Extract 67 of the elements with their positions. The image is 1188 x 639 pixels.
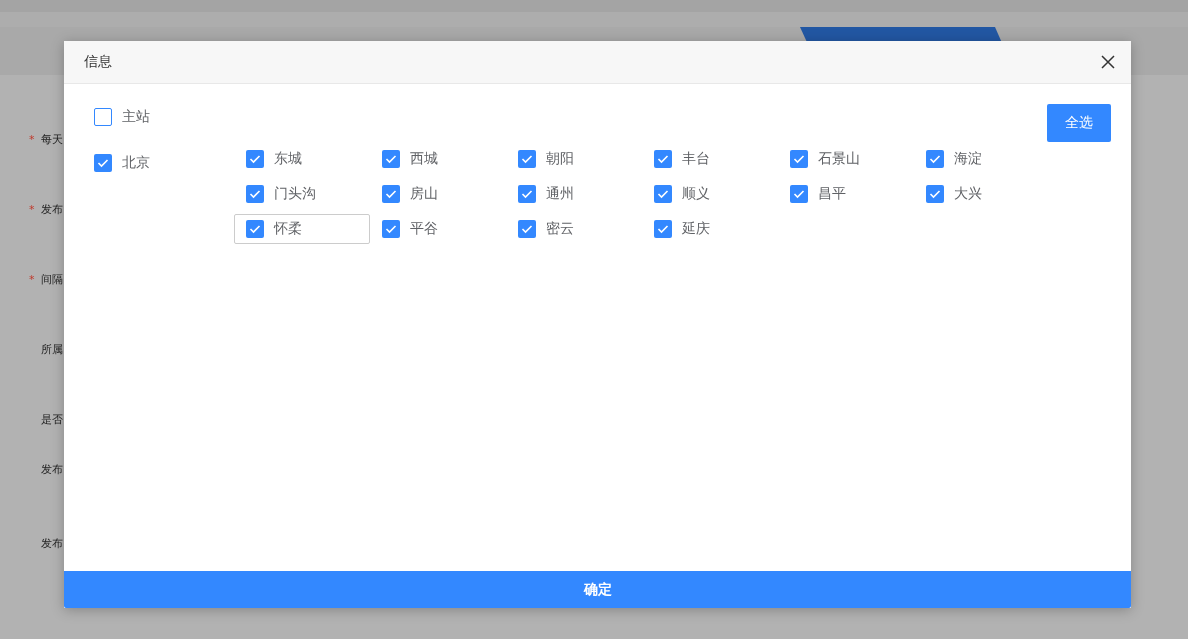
checkbox-label: 西城	[410, 150, 438, 168]
checkbox-label: 北京	[122, 154, 150, 172]
check-icon	[521, 224, 533, 234]
checkbox-label: 平谷	[410, 220, 438, 238]
check-icon	[657, 189, 669, 199]
required-mark: *	[29, 202, 36, 216]
checkbox-label: 朝阳	[546, 150, 574, 168]
checkbox[interactable]	[94, 108, 112, 126]
checkbox[interactable]	[518, 220, 536, 238]
check-icon	[249, 154, 261, 164]
check-icon	[249, 224, 261, 234]
checkbox-label: 石景山	[818, 150, 860, 168]
checkbox[interactable]	[654, 150, 672, 168]
select-all-button[interactable]: 全选	[1047, 104, 1111, 142]
checkbox[interactable]	[382, 220, 400, 238]
checkbox-label: 延庆	[682, 220, 710, 238]
check-icon	[385, 189, 397, 199]
checkbox-label: 东城	[274, 150, 302, 168]
check-icon	[97, 158, 109, 168]
dialog-title: 信息	[84, 53, 112, 71]
close-icon[interactable]	[1101, 55, 1115, 69]
check-icon	[793, 189, 805, 199]
checkbox-label: 主站	[122, 108, 150, 126]
form-label: 是否	[41, 411, 63, 427]
checkbox[interactable]	[246, 220, 264, 238]
checkbox-label: 海淀	[954, 150, 982, 168]
checkbox-label: 丰台	[682, 150, 710, 168]
form-label: 发布	[41, 461, 63, 477]
required-mark: *	[29, 272, 36, 286]
check-icon	[385, 224, 397, 234]
checkbox[interactable]	[382, 185, 400, 203]
check-icon	[521, 154, 533, 164]
form-label: 每天	[41, 131, 63, 147]
checkbox[interactable]	[518, 185, 536, 203]
checkbox[interactable]	[654, 185, 672, 203]
checkbox-label: 密云	[546, 220, 574, 238]
checkbox-label: 通州	[546, 185, 574, 203]
form-label: 间隔	[41, 271, 63, 287]
check-icon	[385, 154, 397, 164]
checkbox[interactable]	[94, 154, 112, 172]
checkbox-label: 门头沟	[274, 185, 316, 203]
check-icon	[521, 189, 533, 199]
checkbox[interactable]	[790, 185, 808, 203]
checkbox-label: 顺义	[682, 185, 710, 203]
checkbox[interactable]	[654, 220, 672, 238]
check-icon	[657, 154, 669, 164]
check-icon	[929, 189, 941, 199]
checkbox-label: 怀柔	[274, 220, 302, 238]
checkbox[interactable]	[246, 150, 264, 168]
check-icon	[657, 224, 669, 234]
form-label: 发布	[41, 201, 63, 217]
required-mark: *	[29, 132, 36, 146]
checkbox[interactable]	[926, 185, 944, 203]
confirm-button[interactable]: 确定	[64, 571, 1131, 608]
checkbox[interactable]	[382, 150, 400, 168]
checkbox-label: 昌平	[818, 185, 846, 203]
checkbox[interactable]	[790, 150, 808, 168]
check-icon	[929, 154, 941, 164]
checkbox-label: 房山	[410, 185, 438, 203]
form-label: 所属	[41, 341, 63, 357]
check-icon	[793, 154, 805, 164]
checkbox[interactable]	[518, 150, 536, 168]
check-icon	[249, 189, 261, 199]
form-label: 发布	[41, 535, 63, 551]
checkbox-label: 大兴	[954, 185, 982, 203]
checkbox[interactable]	[926, 150, 944, 168]
checkbox[interactable]	[246, 185, 264, 203]
